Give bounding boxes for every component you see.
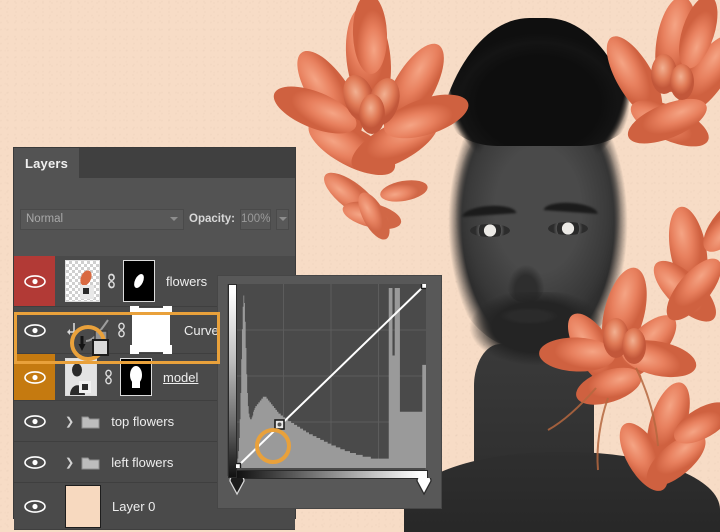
layer-name-flowers: flowers <box>166 273 208 289</box>
eye-icon <box>23 370 46 384</box>
flower-far-right <box>653 196 720 322</box>
mask-corner-tl <box>130 306 139 315</box>
mask-shape <box>134 274 144 288</box>
visibility-toggle-left-flowers[interactable] <box>14 442 55 482</box>
layer-name-layer-0: Layer 0 <box>112 498 156 514</box>
layer-mask-thumbnail-curves[interactable] <box>130 306 172 354</box>
black-point-slider <box>229 478 245 496</box>
folder-icon <box>81 457 100 469</box>
mask-corner-bl <box>130 345 139 354</box>
eye-icon <box>23 455 46 469</box>
layer-thumbnail-model[interactable] <box>65 358 97 396</box>
eye-icon <box>23 414 46 428</box>
folder-icon <box>81 416 100 428</box>
opacity-stepper[interactable] <box>276 208 289 230</box>
visibility-toggle-model[interactable] <box>14 354 55 400</box>
layer-name-left-flowers: left flowers <box>111 454 174 470</box>
tab-layers[interactable]: Layers <box>14 148 79 178</box>
layer-mask-thumbnail-flowers[interactable] <box>123 260 155 302</box>
link-icon[interactable] <box>102 369 115 385</box>
visibility-toggle-curves[interactable] <box>14 307 55 353</box>
link-icon[interactable] <box>115 322 128 338</box>
opacity-label: Opacity: <box>189 213 236 225</box>
chevron-down-icon <box>170 217 178 221</box>
blend-mode-select[interactable]: Normal <box>20 208 184 230</box>
mask-shape <box>130 366 142 388</box>
flower-top-right <box>606 0 720 147</box>
group-expand-chevron-icon[interactable]: ❯ <box>65 415 74 428</box>
layer-thumbnail-flowers[interactable] <box>65 260 100 302</box>
visibility-toggle-top-flowers[interactable] <box>14 401 55 441</box>
layers-panel-tabbar: Layers <box>14 148 295 178</box>
flower-top-center <box>273 0 469 176</box>
clipped-layer-indicator <box>92 339 109 356</box>
layers-panel-blend-row: Normal Opacity: 100% <box>14 206 295 232</box>
curve-point-center-dot <box>277 422 282 427</box>
opacity-value: 100% <box>241 213 271 225</box>
layer-thumbs-layer-0 <box>55 484 101 528</box>
layer-thumbs-model <box>55 358 152 396</box>
layer-name-top-flowers: top flowers <box>111 413 175 429</box>
screenshot-stage: Layers Normal Opacity: 100% flowers Curv… <box>0 0 720 532</box>
link-icon[interactable] <box>105 273 118 289</box>
layer-name-model[interactable]: model <box>163 370 198 385</box>
curve-point-highlight-annotation <box>255 428 291 464</box>
layers-panel-filterbar <box>14 178 295 206</box>
visibility-toggle-layer-0[interactable] <box>14 483 55 529</box>
blend-mode-value: Normal <box>26 213 64 225</box>
layer-mask-thumbnail-model[interactable] <box>120 358 152 396</box>
layers-panel-lock-row <box>14 232 295 256</box>
curve-point-black <box>236 462 242 468</box>
chevron-down-icon <box>278 217 287 221</box>
thumbnail-content <box>66 359 96 395</box>
layer-thumbnail-layer-0[interactable] <box>65 484 101 528</box>
opacity-input[interactable]: 100% <box>240 208 272 230</box>
eye-icon <box>23 323 46 337</box>
mask-corner-tr <box>163 306 172 315</box>
eye-icon <box>23 274 46 288</box>
visibility-toggle-flowers[interactable] <box>14 256 55 306</box>
white-point-slider <box>416 478 432 496</box>
tab-layers-label: Layers <box>24 155 69 171</box>
curves-endpoint-sliders[interactable] <box>228 478 433 496</box>
group-expand-chevron-icon[interactable]: ❯ <box>65 456 74 469</box>
mask-corner-br <box>163 345 172 354</box>
thumbnail-content <box>80 270 94 299</box>
flower-mid-left <box>324 172 428 240</box>
curve-point-white <box>420 284 426 290</box>
layer-thumbs-flowers <box>55 260 155 302</box>
eye-icon <box>23 499 46 513</box>
